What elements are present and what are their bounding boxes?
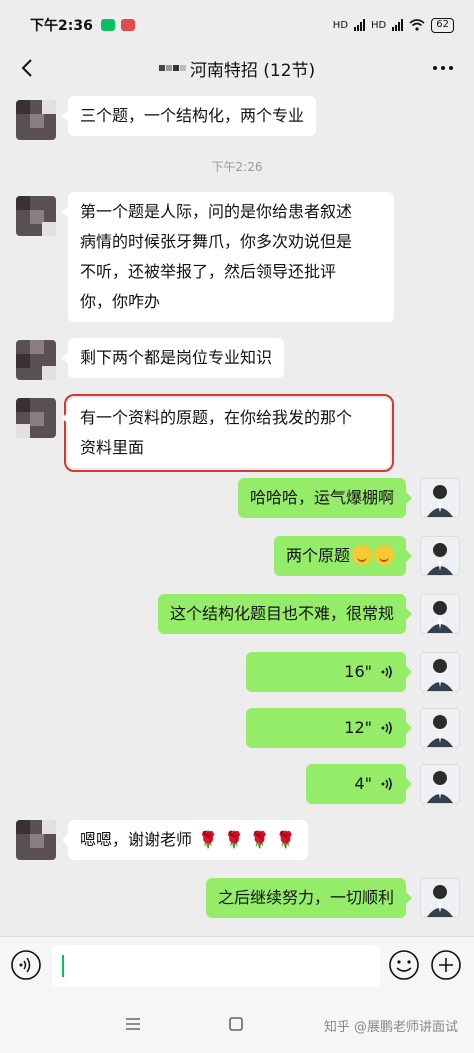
message-bubble[interactable]: 这个结构化题目也不难，很常规 [157,594,413,634]
message-bubble[interactable]: 嗯嗯，谢谢老师 🌹 🌹 🌹 🌹 [62,820,308,860]
message-text: 剩下两个都是岗位专业知识 [80,348,273,367]
teacher-avatar[interactable] [420,708,460,748]
sly-smile-emoji [352,545,372,565]
network-label-2: HD [371,19,387,31]
signal-icon [354,19,366,31]
status-bar: 下午2:36 HD HD 62 [0,0,474,50]
wifi-icon [409,19,425,31]
message-text: 嗯嗯，谢谢老师 [80,830,193,849]
chat-title-text: 河南特招 (12节) [189,60,316,81]
contact-avatar[interactable] [16,196,56,236]
message-bubble[interactable]: 之后继续努力，一切顺利 [205,878,413,918]
battery-indicator: 62 [431,17,454,33]
message-bubble[interactable]: 哈哈哈，运气爆棚啊 [237,478,413,518]
voice-message-bubble[interactable]: 12" [246,708,412,748]
plus-icon[interactable] [430,949,462,981]
status-time: 下午2:36 [30,18,93,34]
contact-avatar[interactable] [16,100,56,140]
teacher-avatar[interactable] [420,478,460,518]
teacher-avatar[interactable] [420,878,460,918]
voice-message-bubble[interactable]: 4" [306,764,412,804]
teacher-avatar[interactable] [420,594,460,634]
system-navigation-bar: 知乎 @展鹏老师讲面试 [0,996,474,1053]
message-bubble[interactable]: 三个题，一个结构化，两个专业 [61,96,317,136]
message-text: 哈哈哈，运气爆棚啊 [249,488,394,507]
input-bar [0,936,474,996]
home-icon[interactable] [228,1016,244,1032]
highlighted-message-bubble[interactable]: 有一个资料的原题，在你给我发的那个 资料里面 [62,394,394,472]
text-caret [62,955,64,977]
message-text: 三个题，一个结构化，两个专业 [80,106,305,125]
teacher-avatar[interactable] [420,536,460,576]
contact-avatar[interactable] [16,820,56,860]
message-text-line: 你，你咋办 [80,292,161,311]
message-timestamp: 下午2:26 [211,160,263,174]
blurred-name-mark [158,65,186,71]
rose-emoji: 🌹 [275,830,296,849]
contact-avatar[interactable] [16,398,56,438]
message-bubble[interactable]: 两个原题 [273,536,413,576]
message-bubble[interactable]: 第一个题是人际，问的是你给患者叙述 病情的时候张牙舞爪，你多次劝说但是 不听，还… [62,192,394,322]
message-text-line: 第一个题是人际，问的是你给患者叙述 [80,202,353,221]
back-arrow-icon[interactable] [16,56,40,80]
emoji-icon[interactable] [388,949,420,981]
voice-duration: 12" [344,718,372,737]
message-input[interactable] [52,945,380,987]
watermark: 知乎 @展鹏老师讲面试 [323,1020,458,1035]
message-text-line: 不听，还被举报了，然后领导还批评 [80,262,337,281]
more-options-icon[interactable] [430,56,456,80]
message-text-line: 资料里面 [80,438,145,457]
voice-wave-icon [381,777,392,791]
chat-header: 河南特招 (12节) [0,50,474,86]
rose-emoji: 🌹 [249,830,270,849]
teacher-avatar[interactable] [420,764,460,804]
sly-smile-emoji [374,545,394,565]
signal-icon [392,19,404,31]
message-text-line: 病情的时候张牙舞爪，你多次劝说但是 [80,232,353,251]
app-notification-icon [120,19,135,31]
network-label-1: HD [332,19,349,31]
rose-emoji: 🌹 [198,830,218,849]
message-text: 这个结构化题目也不难，很常规 [169,604,394,623]
chat-title: 河南特招 (12节) [158,56,316,81]
voice-wave-icon [381,721,392,735]
message-list[interactable]: 三个题，一个结构化，两个专业 下午2:26 第一个题是人际，问的是你给患者叙述 … [0,86,474,936]
voice-message-bubble[interactable]: 16" [246,652,412,692]
voice-duration: 16" [344,662,372,681]
rose-emoji: 🌹 [223,830,244,849]
status-indicators: HD HD 62 [332,17,454,33]
wechat-notification-icon [100,19,115,31]
message-bubble[interactable]: 剩下两个都是岗位专业知识 [61,338,285,378]
voice-wave-icon [381,665,392,679]
voice-duration: 4" [354,774,372,793]
menu-icon[interactable] [124,1016,142,1032]
contact-avatar[interactable] [16,340,56,380]
message-text: 之后继续努力，一切顺利 [217,888,394,907]
message-text: 两个原题 [285,546,350,565]
message-text-line: 有一个资料的原题，在你给我发的那个 [80,408,353,427]
teacher-avatar[interactable] [420,652,460,692]
voice-input-icon[interactable] [10,949,42,981]
